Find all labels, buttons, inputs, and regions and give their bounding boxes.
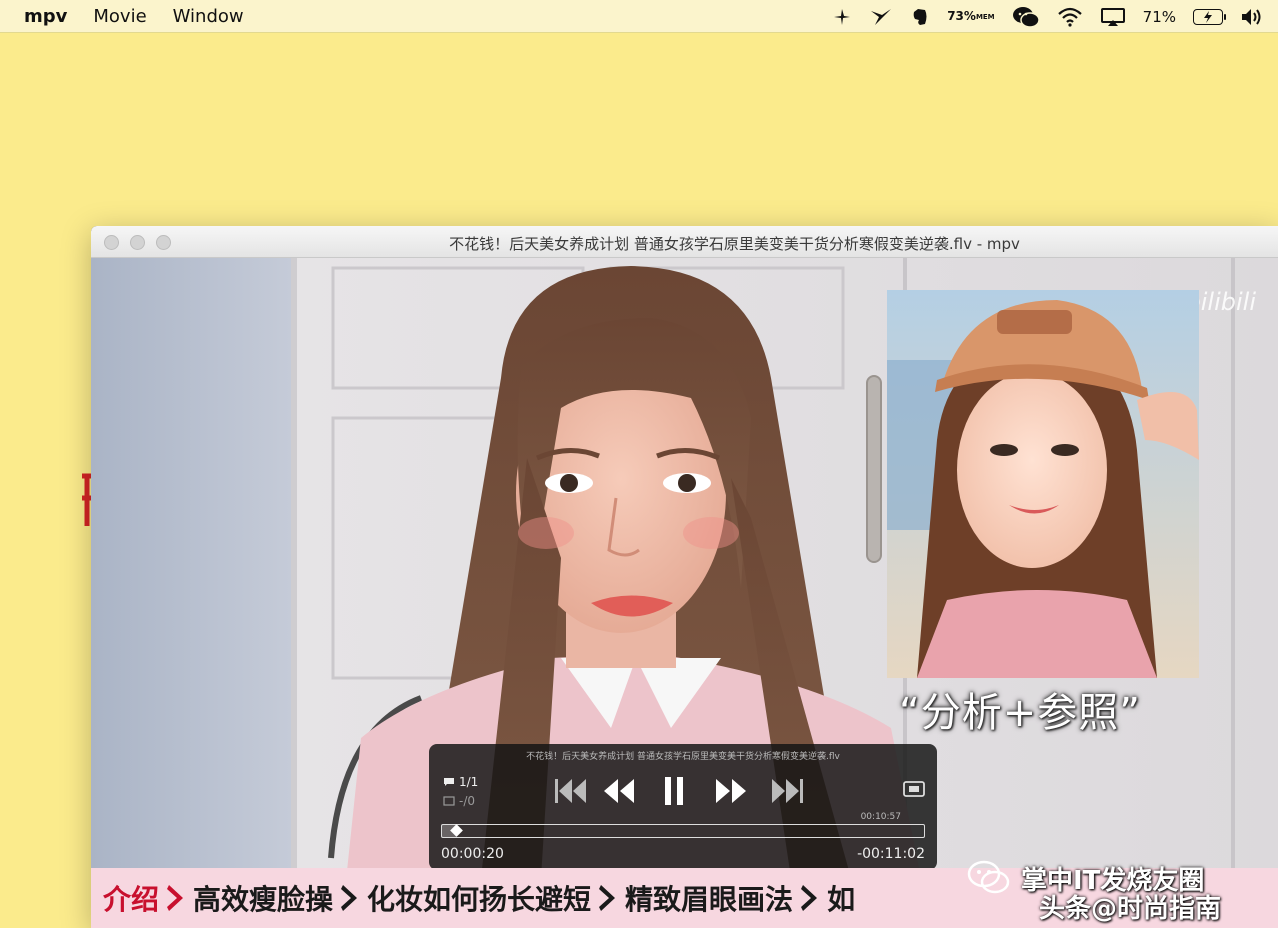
fullscreen-icon	[903, 781, 925, 797]
pinwheel-icon[interactable]	[832, 7, 852, 27]
skip-next-icon	[772, 779, 803, 803]
time-elapsed: 00:00:20	[441, 846, 504, 862]
skip-previous-icon	[555, 779, 586, 803]
chapter-item-intro: 介绍	[103, 883, 160, 916]
chapter-item-brows: 精致眉眼画法	[625, 883, 794, 916]
chapter-item-partial: 如	[827, 883, 856, 916]
wifi-icon[interactable]	[1057, 7, 1083, 27]
battery-icon[interactable]	[1193, 8, 1226, 25]
pause-icon	[665, 777, 683, 805]
airplay-icon[interactable]	[1100, 7, 1126, 27]
fullscreen-button[interactable]	[903, 780, 925, 798]
zoom-button[interactable]	[156, 235, 171, 250]
playback-controls: 不花钱！后天美女养成计划 普通女孩学石原里美变美干货分析寒假变美逆袭.flv 1…	[429, 744, 937, 870]
rewind-icon	[604, 779, 634, 803]
skip-previous-button[interactable]	[551, 774, 591, 808]
app-menu[interactable]: mpv	[24, 6, 67, 27]
fast-forward-button[interactable]	[713, 774, 749, 808]
skip-next-button[interactable]	[767, 774, 807, 808]
seek-bar[interactable]	[441, 824, 925, 838]
rewind-button[interactable]	[601, 774, 637, 808]
memory-indicator[interactable]: 73% MEM	[947, 10, 994, 22]
chevron-right-icon	[167, 885, 184, 911]
video-caption: “分析+参照”	[899, 690, 1141, 736]
video-area[interactable]: bilibili “分析+参照” 不花钱！后天美女养成计划 普通女孩学石原里美变…	[91, 258, 1278, 928]
audio-track-label: -/0	[459, 794, 476, 808]
volume-icon[interactable]	[1240, 7, 1264, 27]
wechat-icon[interactable]	[1012, 6, 1040, 28]
subtitle-track-button[interactable]: 1/1	[443, 775, 478, 789]
evernote-icon[interactable]	[910, 7, 930, 27]
duration-small-label: 00:10:57	[860, 812, 901, 822]
close-button[interactable]	[104, 235, 119, 250]
fast-forward-icon	[716, 779, 746, 803]
status-area: 73% MEM 71%	[832, 0, 1264, 33]
window-title: 不花钱！后天美女养成计划 普通女孩学石原里美变美干货分析寒假变美逆袭.flv -…	[449, 235, 1020, 253]
subtitle-track-label: 1/1	[459, 775, 479, 789]
subtitle-icon	[444, 778, 454, 786]
mpv-window: 不花钱！后天美女养成计划 普通女孩学石原里美变美干货分析寒假变美逆袭.flv -…	[91, 226, 1278, 928]
window-titlebar[interactable]: 不花钱！后天美女养成计划 普通女孩学石原里美变美干货分析寒假变美逆袭.flv -…	[91, 226, 1278, 258]
bird-icon[interactable]	[869, 7, 893, 27]
time-remaining: -00:11:02	[857, 846, 925, 862]
osc-title: 不花钱！后天美女养成计划 普通女孩学石原里美变美干货分析寒假变美逆袭.flv	[526, 752, 840, 762]
reference-photo	[887, 290, 1199, 678]
chevron-right-icon	[599, 885, 616, 911]
pause-button[interactable]	[659, 774, 689, 808]
minimize-button[interactable]	[130, 235, 145, 250]
menu-bar: mpv Movie Window 73% MEM 71%	[0, 0, 1278, 33]
chevron-right-icon	[801, 885, 818, 911]
battery-percent[interactable]: 71%	[1143, 8, 1176, 26]
toutiao-watermark: 头条@时尚指南	[1039, 894, 1222, 924]
chapter-item-face-exercise: 高效瘦脸操	[193, 883, 334, 916]
menu-window[interactable]: Window	[173, 6, 244, 27]
chapter-item-makeup: 化妆如何扬长避短	[367, 883, 592, 916]
menu-movie[interactable]: Movie	[93, 6, 146, 27]
chevron-right-icon	[341, 885, 358, 911]
audio-track-icon	[443, 796, 455, 806]
wechat-watermark-icon	[967, 860, 1010, 894]
audio-track-button[interactable]: -/0	[443, 794, 475, 808]
